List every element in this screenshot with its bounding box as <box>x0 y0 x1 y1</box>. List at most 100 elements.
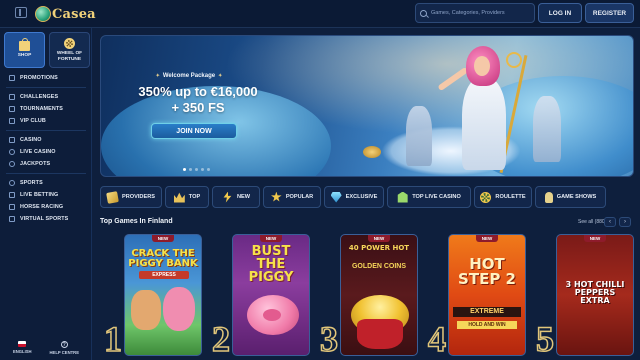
carousel-dot[interactable] <box>201 168 204 171</box>
category-popular[interactable]: POPULAR <box>263 186 321 208</box>
category-label: TOP LIVE CASINO <box>412 194 461 200</box>
horse-icon <box>9 204 15 210</box>
language-selector[interactable]: ENGLISH <box>13 341 32 359</box>
game-art <box>131 290 161 330</box>
category-top-live-casino[interactable]: TOP LIVE CASINO <box>387 186 471 208</box>
rank-number: 1 <box>103 318 123 360</box>
sidebar-item-promotions[interactable]: PROMOTIONS <box>0 72 92 84</box>
sidebar-item-live-betting[interactable]: LIVE BETTING <box>0 189 92 201</box>
category-label: POPULAR <box>285 194 314 200</box>
wheel-of-fortune-tile[interactable]: WHEEL OF FORTUNE <box>49 32 90 68</box>
football-icon <box>9 180 15 186</box>
register-button[interactable]: REGISTER <box>585 3 634 23</box>
carousel-dot[interactable] <box>183 168 186 171</box>
sidebar-toggle-icon[interactable] <box>15 7 27 18</box>
category-bar: PROVIDERS TOP NEW POPULAR EXCLUSIVE TOP … <box>100 186 634 208</box>
sidebar-item-label: LIVE BETTING <box>20 192 59 198</box>
logo-mark-icon <box>35 6 51 22</box>
see-all-link[interactable]: See all (880) <box>578 219 606 225</box>
sidebar-item-tournaments[interactable]: TOURNAMENTS <box>0 103 92 115</box>
game-title: 40 POWER HOT <box>348 244 410 252</box>
live-dealer-icon <box>9 149 15 155</box>
pot-art <box>357 319 403 349</box>
casino-chips-art <box>363 146 381 158</box>
wheel-of-fortune-label: WHEEL OF FORTUNE <box>56 50 83 62</box>
flag-icon <box>18 341 27 347</box>
language-label: ENGLISH <box>12 349 32 354</box>
sidebar-item-horse-racing[interactable]: HORSE RACING <box>0 201 92 213</box>
promo-tag: Welcome Package <box>129 73 249 79</box>
sidebar-item-label: LIVE CASINO <box>20 149 56 155</box>
sidebar-item-live-casino[interactable]: LIVE CASINO <box>0 146 92 158</box>
sidebar-item-jackpots[interactable]: JACKPOTS <box>0 158 92 170</box>
shop-icon <box>19 38 30 52</box>
category-label: TOP <box>188 194 201 200</box>
section-title: Top Games In Finland <box>100 218 173 225</box>
category-new[interactable]: NEW <box>212 186 260 208</box>
hero-banner[interactable]: Welcome Package 350% up to €16,000 + 350… <box>100 35 634 177</box>
help-centre-link[interactable]: ? HELP CENTRE <box>50 341 79 359</box>
next-arrow-icon[interactable]: › <box>619 217 631 227</box>
prev-arrow-icon[interactable]: ‹ <box>604 217 616 227</box>
new-badge: NEW <box>476 235 498 242</box>
game-title: HOT STEP 2 <box>458 255 516 288</box>
search-icon <box>420 9 427 17</box>
category-roulette[interactable]: ROULETTE <box>474 186 532 208</box>
category-exclusive[interactable]: EXCLUSIVE <box>324 186 384 208</box>
goddess-body-art <box>462 78 506 170</box>
shop-tile[interactable]: SHOP <box>4 32 45 68</box>
sidebar-item-challenges[interactable]: CHALLENGES <box>0 91 92 103</box>
promo-tag-text: Welcome Package <box>162 73 216 79</box>
carousel-arrows: ‹ › <box>604 217 631 227</box>
carousel-dot[interactable] <box>195 168 198 171</box>
carousel-dot[interactable] <box>189 168 192 171</box>
game-subtitle: EXPRESS <box>139 271 189 279</box>
help-centre-label: HELP CENTRE <box>49 350 80 355</box>
sidebar-item-casino[interactable]: CASINO <box>0 134 92 146</box>
god-figure-art <box>533 96 561 162</box>
sidebar-item-virtual-sports[interactable]: VIRTUAL SPORTS <box>0 213 92 225</box>
sidebar-item-vip-club[interactable]: VIP CLUB <box>0 115 92 127</box>
login-button[interactable]: LOG IN <box>538 3 582 23</box>
game-subtitle: GOLDEN COINS <box>351 263 407 270</box>
sidebar-item-label: HORSE RACING <box>20 204 64 210</box>
live-betting-icon <box>9 192 15 198</box>
carousel-dot[interactable] <box>207 168 210 171</box>
game-card[interactable]: NEW 40 POWER HOT GOLDEN COINS <box>340 234 418 356</box>
game-card[interactable]: NEW CRACK THE PIGGY BANK EXPRESS <box>124 234 202 356</box>
top-header: Casea LOG IN REGISTER <box>0 0 640 28</box>
god-figure-art <box>406 106 432 166</box>
goddess-face-art <box>474 56 490 76</box>
category-label: PROVIDERS <box>122 194 155 200</box>
rank-number: 2 <box>211 318 231 360</box>
sidebar-item-label: VIP CLUB <box>20 118 46 124</box>
game-card[interactable]: NEW HOT STEP 2 EXTREME HOLD AND WIN <box>448 234 526 356</box>
game-title: CRACK THE PIGGY BANK <box>128 248 198 269</box>
join-now-button[interactable]: JOIN NOW <box>151 123 237 139</box>
category-game-shows[interactable]: GAME SHOWS <box>535 186 606 208</box>
category-label: EXCLUSIVE <box>345 194 378 200</box>
new-badge: NEW <box>368 235 390 242</box>
sidebar-item-label: TOURNAMENTS <box>20 106 63 112</box>
rank-number: 4 <box>427 318 447 360</box>
category-label: NEW <box>236 194 251 200</box>
top-games-row: 1 NEW CRACK THE PIGGY BANK EXPRESS 2 NEW… <box>100 230 640 360</box>
divider <box>6 130 86 131</box>
search-box[interactable] <box>415 3 535 23</box>
sidebar-item-label: SPORTS <box>20 180 43 186</box>
carousel-dots <box>183 168 210 171</box>
category-label: GAME SHOWS <box>556 194 597 200</box>
logo-text: Casea <box>52 6 96 22</box>
category-providers[interactable]: PROVIDERS <box>100 186 162 208</box>
goddess-illustration <box>437 46 528 174</box>
sidebar-nav: PROMOTIONS CHALLENGES TOURNAMENTS VIP CL… <box>0 72 92 225</box>
gift-icon <box>9 75 15 81</box>
sidebar-item-label: CHALLENGES <box>20 94 59 100</box>
sidebar-item-sports[interactable]: SPORTS <box>0 177 92 189</box>
category-top[interactable]: TOP <box>165 186 209 208</box>
virtual-sports-icon <box>9 216 15 222</box>
logo[interactable]: Casea <box>35 4 96 24</box>
search-input[interactable] <box>431 10 531 16</box>
game-card[interactable]: NEW BUST THE PIGGY <box>232 234 310 356</box>
game-card[interactable]: NEW 3 HOT CHILLI PEPPERS EXTRA <box>556 234 634 356</box>
